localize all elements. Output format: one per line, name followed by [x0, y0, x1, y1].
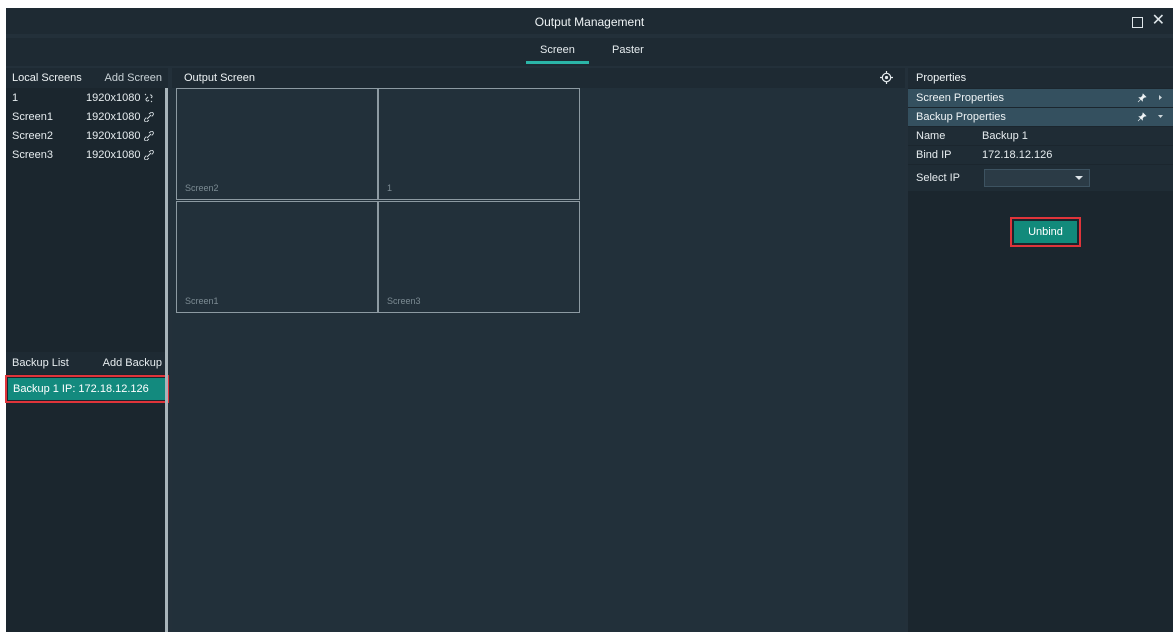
screen-resolution: 1920x1080 — [86, 148, 141, 161]
local-screens-title: Local Screens — [12, 72, 82, 84]
add-backup-button[interactable]: Add Backup — [103, 357, 162, 369]
select-ip-row: Select IP — [908, 165, 1173, 191]
link-icon[interactable] — [144, 130, 155, 141]
screen-cell[interactable]: Screen2 — [176, 88, 378, 200]
add-screen-button[interactable]: Add Screen — [105, 72, 162, 84]
left-panel-divider[interactable] — [165, 88, 168, 632]
title-bar: Output Management ✕ — [6, 8, 1173, 34]
bind-ip-value: 172.18.12.126 — [982, 149, 1053, 161]
screen-cell[interactable]: 1 — [378, 88, 580, 200]
select-ip-dropdown[interactable] — [984, 169, 1090, 187]
screen-cell-label: 1 — [387, 183, 393, 193]
link-icon[interactable] — [144, 111, 155, 122]
screen-resolution: 1920x1080 — [86, 110, 141, 123]
output-screen-title: Output Screen — [184, 72, 255, 84]
screen-name: 1 — [12, 91, 19, 104]
link-icon[interactable] — [144, 149, 155, 160]
backup-list-item[interactable]: Backup 1 IP: 172.18.12.126 — [5, 375, 169, 403]
screen-cell[interactable]: Screen3 — [378, 201, 580, 313]
screen-list-item[interactable]: 1 1920x1080 — [6, 88, 168, 107]
bind-ip-key: Bind IP — [916, 149, 952, 161]
tab-screen[interactable]: Screen — [526, 44, 589, 64]
section-label: Screen Properties — [916, 92, 1005, 104]
name-value: Backup 1 — [982, 130, 1028, 142]
tab-bar: Screen Paster — [6, 38, 1173, 66]
screen-name: Screen2 — [12, 129, 53, 142]
maximize-icon[interactable] — [1132, 17, 1143, 28]
screen-cell-label: Screen2 — [185, 183, 219, 193]
screen-list-item[interactable]: Screen2 1920x1080 — [6, 126, 168, 145]
output-screen-header: Output Screen — [172, 68, 905, 88]
left-panel: Local Screens Add Screen 1 1920x1080 Scr… — [5, 68, 169, 632]
screen-resolution: 1920x1080 — [86, 129, 141, 142]
chevron-down-icon[interactable] — [1156, 112, 1165, 121]
tab-paster[interactable]: Paster — [612, 44, 644, 56]
screen-cell[interactable]: Screen1 — [176, 201, 378, 313]
screen-list-item[interactable]: Screen3 1920x1080 — [6, 145, 168, 164]
crosshair-icon[interactable] — [880, 71, 893, 84]
window-title: Output Management — [534, 15, 645, 29]
name-key: Name — [916, 130, 946, 142]
screen-name: Screen1 — [12, 110, 53, 123]
select-ip-key: Select IP — [916, 172, 961, 184]
unbind-button[interactable]: Unbind — [1010, 217, 1081, 247]
bind-ip-row: Bind IP 172.18.12.126 — [908, 146, 1173, 164]
screen-properties-section[interactable]: Screen Properties — [908, 89, 1173, 107]
backup-list-panel: Backup List Add Backup Backup 1 IP: 172.… — [5, 352, 169, 632]
backup-list-title: Backup List — [12, 357, 69, 369]
backup-list-header: Backup List Add Backup — [6, 352, 168, 374]
local-screens-header: Local Screens Add Screen — [6, 68, 168, 88]
pin-icon[interactable] — [1137, 93, 1147, 103]
backup-properties-section[interactable]: Backup Properties — [908, 108, 1173, 126]
close-icon[interactable]: ✕ — [1152, 13, 1165, 29]
properties-panel: Properties Screen Properties Backup Prop… — [908, 68, 1173, 632]
screen-name: Screen3 — [12, 148, 53, 161]
output-management-window: Output Management ✕ Screen Paster Local … — [5, 8, 1173, 632]
chevron-right-icon[interactable] — [1156, 93, 1165, 102]
screen-resolution: 1920x1080 — [86, 91, 141, 104]
output-screen-panel: Output Screen Screen2 1 Screen1 Screen3 — [172, 68, 905, 632]
screen-cell-label: Screen1 — [185, 296, 219, 306]
pin-icon[interactable] — [1137, 112, 1147, 122]
screen-list-item[interactable]: Screen1 1920x1080 — [6, 107, 168, 126]
properties-title: Properties — [908, 68, 1173, 88]
section-label: Backup Properties — [916, 111, 1006, 123]
unlink-icon[interactable] — [144, 93, 154, 103]
screen-cell-label: Screen3 — [387, 296, 421, 306]
dropdown-arrow-icon — [1075, 176, 1083, 180]
name-row: Name Backup 1 — [908, 127, 1173, 145]
